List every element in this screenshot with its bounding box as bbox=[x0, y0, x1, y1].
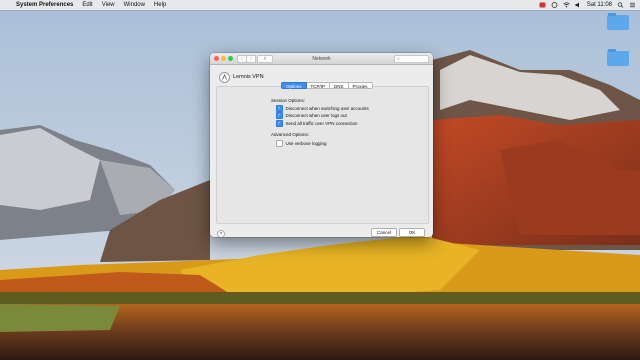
desktop-folder-label: . bbox=[617, 31, 619, 36]
checkbox-row[interactable]: Use verbose logging bbox=[276, 140, 327, 147]
menu-help[interactable]: Help bbox=[154, 2, 166, 8]
menu-window[interactable]: Window bbox=[124, 2, 145, 8]
advanced-options-heading: Advanced Options: bbox=[271, 132, 310, 137]
vpn-service-name: Lemnis VPN bbox=[233, 74, 264, 80]
clock-label[interactable]: Sat 11:08 bbox=[587, 2, 612, 8]
folder-icon bbox=[607, 49, 629, 66]
checkbox-label: Use verbose logging bbox=[285, 140, 327, 146]
checkbox-verbose-logging[interactable] bbox=[276, 140, 283, 147]
desktop-folder[interactable] bbox=[607, 49, 629, 67]
ok-button[interactable]: OK bbox=[399, 228, 425, 237]
menu-view[interactable]: View bbox=[102, 2, 115, 8]
wifi-icon[interactable] bbox=[563, 2, 570, 8]
menu-edit[interactable]: Edit bbox=[82, 2, 92, 8]
checkbox-label: Send all traffic over VPN connection bbox=[285, 120, 358, 126]
tab-proxies[interactable]: Proxies bbox=[348, 82, 373, 89]
clock-menu-icon[interactable] bbox=[551, 2, 558, 8]
checkbox-label: Disconnect when user logs out bbox=[285, 112, 347, 118]
checkbox-row[interactable]: ✓ Send all traffic over VPN connection bbox=[276, 120, 357, 127]
help-button[interactable]: ? bbox=[217, 230, 225, 237]
checkbox-row[interactable]: ✓ Disconnect when switching user account… bbox=[276, 105, 369, 112]
vpn-service-icon bbox=[219, 72, 230, 83]
search-icon[interactable] bbox=[617, 2, 624, 8]
checkbox-disconnect-logout[interactable]: ✓ bbox=[276, 112, 283, 119]
checkbox-disconnect-switch-user[interactable]: ✓ bbox=[276, 105, 283, 112]
sheet-content: Lemnis VPN Options TCP/IP DNS Proxies Se… bbox=[210, 64, 433, 237]
tab-options[interactable]: Options bbox=[281, 82, 307, 89]
search-icon: ⌕ bbox=[397, 55, 400, 62]
checkbox-label: Disconnect when switching user accounts bbox=[285, 105, 369, 111]
notification-center-icon[interactable] bbox=[629, 2, 636, 8]
menu-bar-status-area: Sat 11:08 bbox=[539, 0, 636, 10]
folder-icon bbox=[607, 13, 629, 30]
menu-app-name[interactable]: System Preferences bbox=[16, 2, 73, 8]
desktop-folder[interactable]: . bbox=[607, 13, 629, 36]
menu-bar: System Preferences Edit View Window Help… bbox=[0, 0, 640, 10]
checkbox-send-all-traffic[interactable]: ✓ bbox=[276, 120, 283, 127]
checkbox-row[interactable]: ✓ Disconnect when user logs out bbox=[276, 112, 347, 119]
tab-dns[interactable]: DNS bbox=[330, 82, 349, 89]
tab-tcpip[interactable]: TCP/IP bbox=[306, 82, 331, 89]
volume-icon[interactable] bbox=[575, 2, 582, 8]
cancel-button[interactable]: Cancel bbox=[371, 228, 397, 237]
session-options-heading: Session Options: bbox=[271, 98, 306, 103]
vpn-status-icon[interactable] bbox=[539, 2, 546, 8]
tab-bar: Options TCP/IP DNS Proxies bbox=[281, 82, 373, 89]
search-input[interactable]: ⌕ bbox=[394, 55, 429, 63]
network-window: ‹ › ⠿ Network ⌕ Lemnis VPN Options TCP/I… bbox=[210, 53, 433, 237]
